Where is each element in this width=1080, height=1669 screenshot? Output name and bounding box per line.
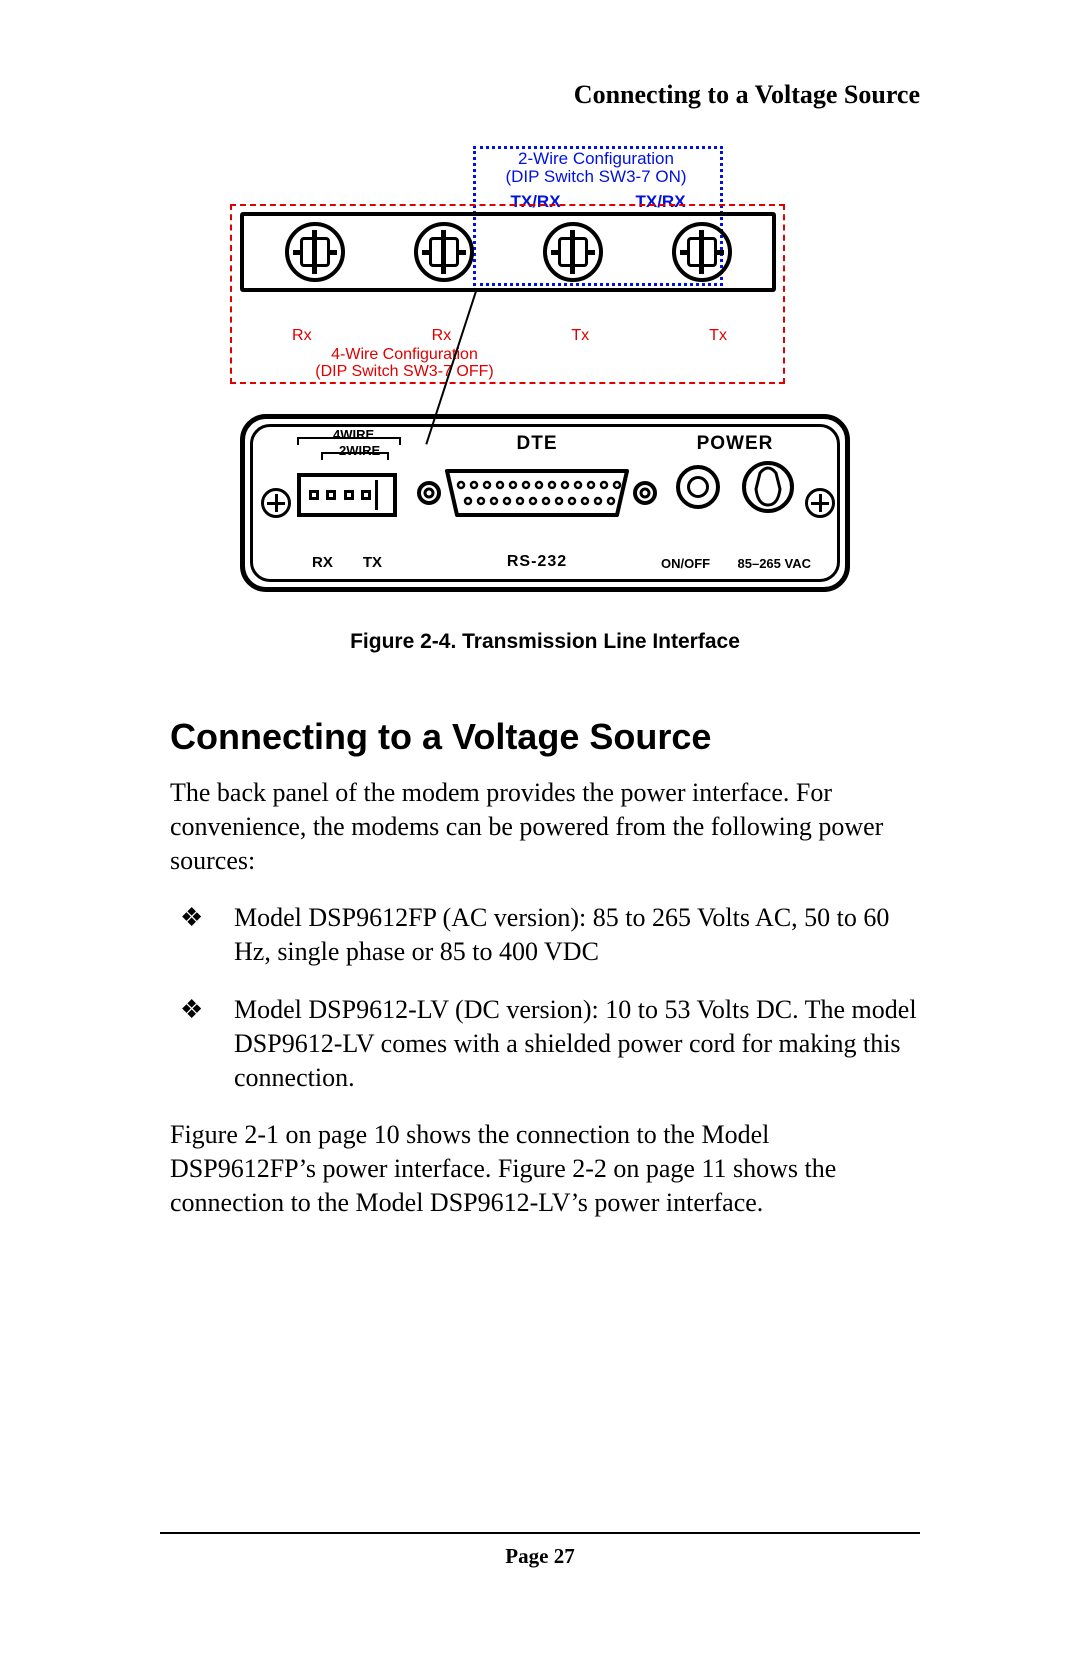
ac-inlet-icon <box>742 461 794 513</box>
bullet-icon: ❖ <box>180 993 203 1027</box>
rs232-label: RS-232 <box>417 553 657 571</box>
power-section: POWER ON/OFF 85–265 VAC <box>665 427 805 579</box>
onoff-label: ON/OFF <box>661 556 710 571</box>
power-button-icon <box>676 465 720 509</box>
intro-paragraph: The back panel of the modem provides the… <box>170 776 920 877</box>
pin-icon <box>326 490 336 500</box>
bullet-icon: ❖ <box>180 901 203 935</box>
power-sublabels: ON/OFF 85–265 VAC <box>661 556 811 571</box>
rx-tx-labels: RX TX <box>297 554 397 571</box>
page: Connecting to a Voltage Source 2-Wire Co… <box>0 0 1080 1669</box>
list-item: ❖ Model DSP9612-LV (DC version): 10 to 5… <box>170 993 920 1094</box>
rx-label: Rx <box>292 327 312 345</box>
mounting-screw-icon <box>805 488 835 518</box>
dte-label: DTE <box>417 433 657 455</box>
terminal-diagram-upper: 2-Wire Configuration (DIP Switch SW3-7 O… <box>240 146 850 396</box>
ac-range-label: 85–265 VAC <box>738 556 811 571</box>
section-heading: Connecting to a Voltage Source <box>170 716 920 758</box>
power-label: POWER <box>665 433 805 455</box>
four-wire-config-title: 4-Wire Configuration (DIP Switch SW3-7 O… <box>232 346 577 380</box>
tx-label: Tx <box>571 327 589 345</box>
two-wire-config-title: 2-Wire Configuration (DIP Switch SW3-7 O… <box>480 150 712 186</box>
figure-2-4: 2-Wire Configuration (DIP Switch SW3-7 O… <box>240 146 850 654</box>
page-number: Page 27 <box>160 1544 920 1569</box>
closing-paragraph: Figure 2-1 on page 10 shows the connecti… <box>170 1118 920 1219</box>
terminal-connector-icon <box>297 473 397 517</box>
rx-label: RX <box>312 554 333 571</box>
device-inner-frame: 4WIRE 2WIRE RX TX D <box>250 424 840 582</box>
rs232-section: DTE <box>417 427 657 579</box>
four-wire-line2: (DIP Switch SW3-7 OFF) <box>315 363 493 380</box>
mounting-screw-icon <box>261 488 291 518</box>
page-footer: Page 27 <box>160 1532 920 1569</box>
two-wire-bracket-icon <box>321 452 389 460</box>
db25-connector-icon <box>417 465 657 521</box>
two-wire-line2: (DIP Switch SW3-7 ON) <box>505 167 686 186</box>
tx-label: TX <box>363 554 382 571</box>
four-wire-config-box: Rx Rx Tx Tx 4-Wire Configuration (DIP Sw… <box>230 204 785 384</box>
two-wire-line1: 2-Wire Configuration <box>518 149 674 168</box>
power-sources-list: ❖ Model DSP9612FP (AC version): 85 to 26… <box>170 901 920 1094</box>
tx-label: Tx <box>709 327 727 345</box>
pin-icon <box>361 490 371 500</box>
list-item: ❖ Model DSP9612FP (AC version): 85 to 26… <box>170 901 920 969</box>
list-item-text: Model DSP9612FP (AC version): 85 to 265 … <box>234 903 889 966</box>
rx-label: Rx <box>432 327 452 345</box>
pin-icon <box>344 490 354 500</box>
running-header: Connecting to a Voltage Source <box>170 80 920 110</box>
pin-icon <box>309 490 319 500</box>
footer-rule-icon <box>160 1532 920 1534</box>
figure-caption: Figure 2-4. Transmission Line Interface <box>240 630 850 654</box>
four-wire-rx-tx-labels: Rx Rx Tx Tx <box>232 327 787 345</box>
list-item-text: Model DSP9612-LV (DC version): 10 to 53 … <box>234 995 917 1092</box>
line-connector-section: 4WIRE 2WIRE RX TX <box>291 427 411 579</box>
device-back-panel: 4WIRE 2WIRE RX TX D <box>240 414 850 592</box>
